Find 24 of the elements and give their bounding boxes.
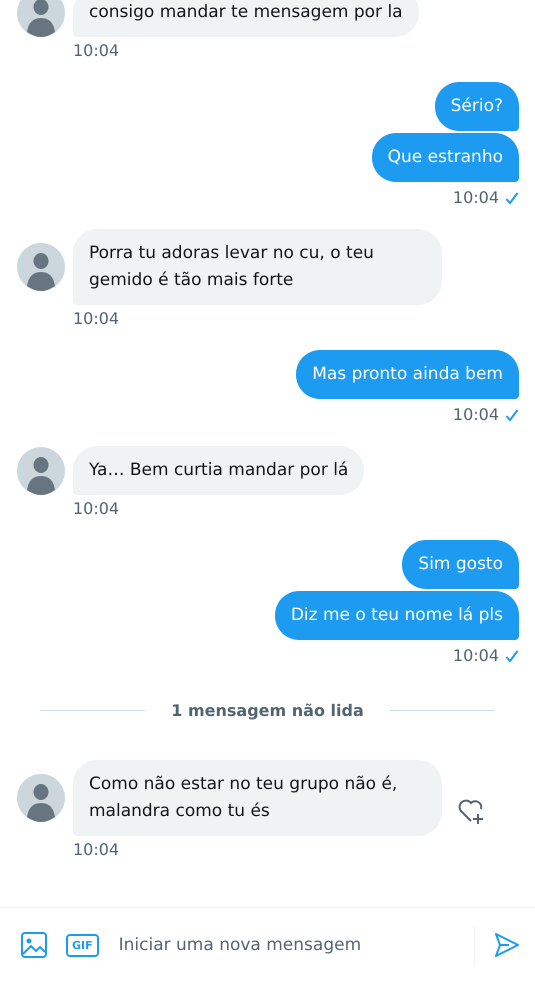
avatar-icon[interactable]	[17, 774, 65, 822]
avatar-icon[interactable]	[17, 0, 65, 36]
image-icon[interactable]	[20, 931, 48, 959]
send-icon[interactable]	[493, 931, 521, 959]
gif-button[interactable]: GIF	[66, 934, 99, 956]
unread-divider-label: 1 mensagem não lida	[171, 701, 364, 720]
avatar-icon[interactable]	[17, 446, 65, 494]
message-bubble: consigo mandar te mensagem por la	[73, 0, 419, 37]
message-time: 10:04	[72, 499, 120, 518]
message-bubble: Mas pronto ainda bem	[296, 350, 519, 399]
message-bubble: Sim gosto	[402, 540, 519, 589]
message-bubble: Diz me o teu nome lá pls	[274, 591, 519, 640]
message-bubble: Que estranho	[372, 133, 519, 182]
message-time: 10:04	[452, 646, 499, 665]
message-time: 10:04	[452, 188, 499, 207]
avatar-icon[interactable]	[17, 243, 65, 291]
message-time: 10:04	[72, 309, 120, 328]
message-time: 10:04	[72, 41, 120, 60]
message-bubble: Sério?	[434, 82, 519, 131]
message-time: 10:04	[452, 405, 499, 424]
message-bubble: Como não estar no teu grupo não é, malandra como tu és	[73, 760, 442, 836]
message-bubble: Ya… Bem curtia mandar por lá	[73, 446, 364, 495]
message-time: 10:04	[72, 840, 120, 859]
message-bubble: Porra tu adoras levar no cu, o teu gemido é tão mais forte	[73, 229, 442, 305]
